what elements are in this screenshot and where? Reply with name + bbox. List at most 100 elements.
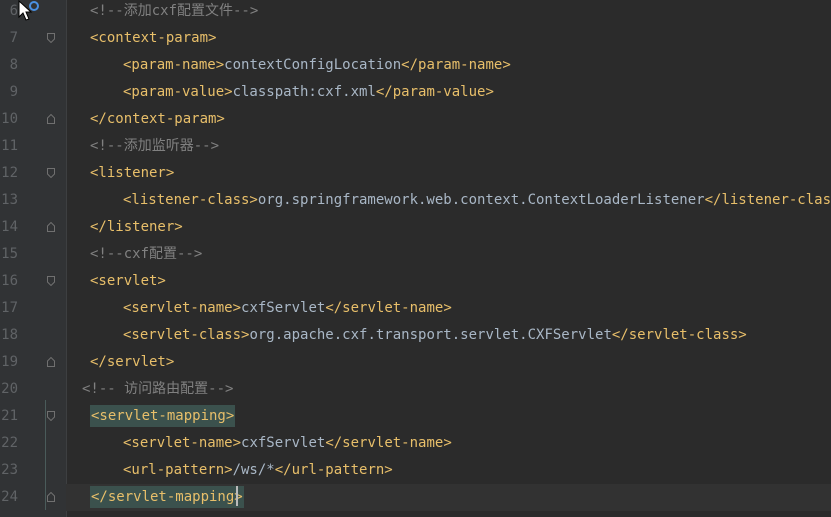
xml-close-tag: </param-name> [401,57,511,73]
code-line[interactable]: 6 <!--添加cxf配置文件--> [0,0,831,25]
line-number: 18 [1,327,18,343]
xml-open-tag: <servlet-name> [123,300,242,316]
line-number: 20 [1,381,18,397]
fold-marker-icon[interactable] [47,222,55,232]
fold-marker-icon[interactable] [47,276,55,286]
fold-marker-icon[interactable] [47,357,55,367]
xml-text-value: cxfServlet [241,300,326,316]
gutter-cell: 17 [0,295,66,322]
code-line[interactable]: 20 <!-- 访问路由配置--> [0,376,831,403]
xml-text-value: cxfServlet [241,435,326,451]
code-text[interactable]: <context-param> [90,25,216,52]
xml-comment: <!--添加cxf配置文件--> [90,3,259,19]
code-line[interactable]: 16 <servlet> [0,268,831,295]
fold-marker-icon[interactable] [47,33,55,43]
line-number: 10 [1,111,18,127]
xml-text-value: org.springframework.web.context.ContextL… [257,192,705,208]
code-line[interactable]: 18 <servlet-class>org.apache.cxf.transpor… [0,322,831,349]
code-line[interactable]: 9 <param-value>classpath:cxf.xml</param-v… [0,79,831,106]
xml-open-tag: <servlet-name> [123,435,242,451]
line-number: 19 [1,354,18,370]
gutter-cell: 7 [0,25,66,52]
code-line[interactable]: 13 <listener-class>org.springframework.we… [0,187,831,214]
code-text[interactable]: <param-name>contextConfigLocation</param… [123,52,511,79]
code-line[interactable]: 11 <!--添加监听器--> [0,133,831,160]
code-text[interactable]: <servlet-name>cxfServlet</servlet-name> [123,295,452,322]
code-line[interactable]: 23 <url-pattern>/ws/*</url-pattern> [0,457,831,484]
xml-text-value: org.apache.cxf.transport.servlet.CXFServ… [249,327,612,343]
xml-open-tag: <listener-class> [123,192,258,208]
line-number: 12 [1,165,18,181]
code-text[interactable]: <!-- 访问路由配置--> [82,376,233,403]
gutter-cell: 9 [0,79,66,106]
code-text[interactable]: </listener> [90,214,183,241]
xml-close-tag: </servlet-name> [325,300,452,316]
xml-close-tag: </listener-class> [704,192,831,208]
mouse-pointer-icon [18,0,39,21]
code-text[interactable]: <param-value>classpath:cxf.xml</param-va… [123,79,494,106]
gutter-cell: 11 [0,133,66,160]
code-line[interactable]: 19 </servlet> [0,349,831,376]
xml-text-value: contextConfigLocation [224,57,402,73]
line-number: 6 [9,3,18,19]
xml-comment: <!-- 访问路由配置--> [82,381,234,397]
fold-marker-icon[interactable] [47,114,55,124]
code-text[interactable]: <servlet-mapping> [90,403,236,430]
gutter-cell: 16 [0,268,66,295]
xml-open-tag: <param-value> [123,84,233,100]
gutter-cell: 21 [0,403,66,430]
xml-open-tag: <param-name> [123,57,225,73]
line-number: 21 [1,408,18,424]
text-caret [236,486,238,506]
xml-close-tag: </servlet-class> [611,327,747,343]
line-number: 13 [1,192,18,208]
code-line[interactable]: 8 <param-name>contextConfigLocation</para… [0,52,831,79]
gutter-cell: 15 [0,241,66,268]
code-line[interactable]: 12 <listener> [0,160,831,187]
xml-close-tag: </param-value> [375,84,494,100]
code-text[interactable]: <!--添加监听器--> [90,133,219,160]
code-text[interactable]: </context-param> [90,106,225,133]
code-text[interactable]: <servlet-class>org.apache.cxf.transport.… [123,322,747,349]
code-line[interactable]: 21 <servlet-mapping> [0,403,831,430]
line-number: 11 [1,138,18,154]
gutter-cell: 13 [0,187,66,214]
xml-close-tag: </servlet-mapping> [90,486,244,508]
gutter-cell: 10 [0,106,66,133]
line-number: 17 [1,300,18,316]
fold-marker-icon[interactable] [47,168,55,178]
gutter-cell: 18 [0,322,66,349]
code-line[interactable]: 22 <servlet-name>cxfServlet</servlet-name… [0,430,831,457]
code-line[interactable]: 7 <context-param> [0,25,831,52]
code-text[interactable]: <url-pattern>/ws/*</url-pattern> [123,457,393,484]
code-text[interactable]: <listener-class>org.springframework.web.… [123,187,831,214]
code-text[interactable]: </servlet> [90,349,174,376]
xml-open-tag: <servlet-class> [123,327,250,343]
gutter-cell: 12 [0,160,66,187]
code-text[interactable]: </servlet-mapping> [90,484,244,511]
code-text[interactable]: <listener> [90,160,174,187]
fold-marker-icon[interactable] [47,411,55,421]
fold-marker-icon[interactable] [47,492,55,502]
code-text[interactable]: <servlet> [90,268,166,295]
line-number: 14 [1,219,18,235]
code-line[interactable]: 14 </listener> [0,214,831,241]
code-editor[interactable]: 6 <!--添加cxf配置文件--> 7 <context-param> 8 <param… [0,0,831,517]
xml-close-tag: </servlet-name> [325,435,452,451]
code-text[interactable]: <servlet-name>cxfServlet</servlet-name> [123,430,452,457]
xml-close-tag: </listener> [90,219,183,235]
line-number: 23 [1,462,18,478]
code-line[interactable]: 17 <servlet-name>cxfServlet</servlet-name… [0,295,831,322]
indent-guide [45,400,46,510]
xml-comment: <!--添加监听器--> [90,138,220,154]
gutter-cell: 8 [0,52,66,79]
line-number: 7 [9,30,18,46]
gutter-cell: 19 [0,349,66,376]
code-line[interactable]: 10 </context-param> [0,106,831,133]
line-number: 8 [9,57,18,73]
code-text[interactable]: <!--添加cxf配置文件--> [90,0,258,25]
code-line[interactable]: 24 </servlet-mapping> [0,484,831,511]
code-text[interactable]: <!--cxf配置--> [90,241,202,268]
line-number: 24 [1,489,18,505]
code-line[interactable]: 15 <!--cxf配置--> [0,241,831,268]
